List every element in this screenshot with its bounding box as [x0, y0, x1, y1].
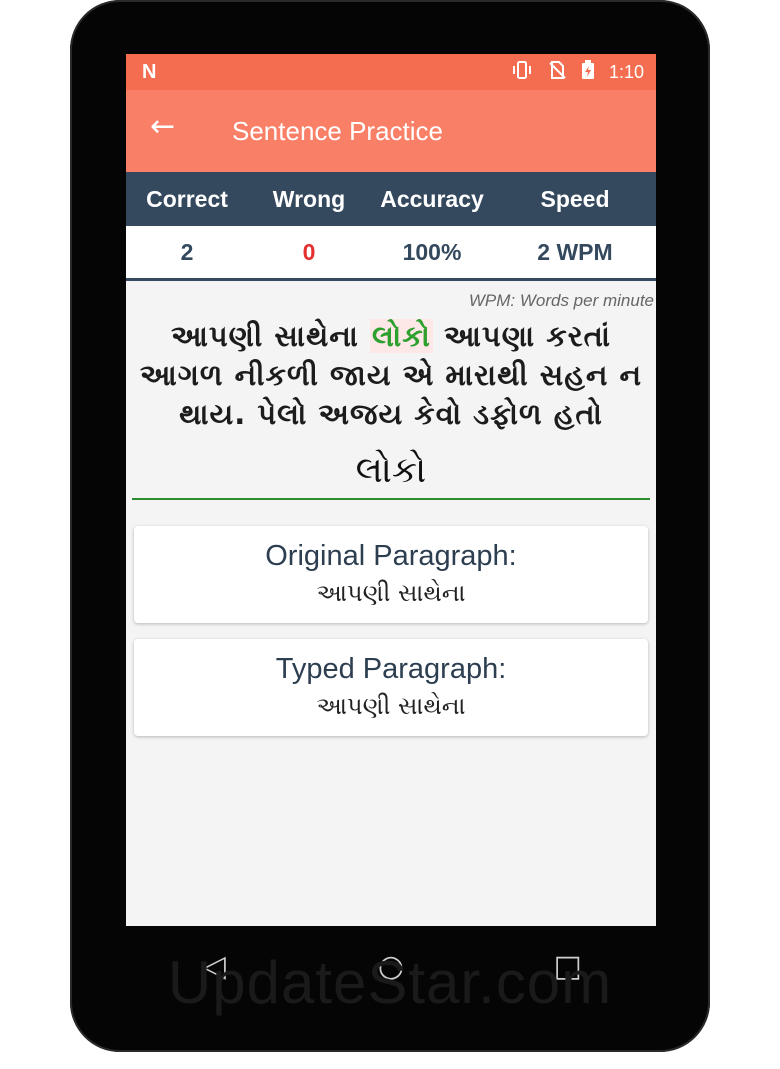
sentence-highlight: લોકો	[370, 319, 433, 353]
practice-sentence: આપણી સાથેના લોકો આપણા કરતાં આગળ નીકળી જા…	[126, 317, 656, 434]
typed-paragraph-card: Typed Paragraph: આપણી સાથેના	[134, 639, 648, 736]
page-title: Sentence Practice	[232, 116, 444, 146]
status-bar: N 1:10	[126, 54, 656, 90]
stats-values: 2 0 100% 2 WPM	[126, 226, 656, 281]
correct-value: 2	[180, 238, 194, 265]
accuracy-header: Accuracy	[380, 185, 484, 212]
clock: 1:10	[608, 62, 644, 82]
stats-header: Correct Wrong Accuracy Speed	[126, 172, 656, 226]
typed-paragraph-title: Typed Paragraph:	[275, 653, 507, 685]
vibrate-icon	[511, 60, 533, 85]
wpm-note: WPM: Words per minute	[468, 291, 654, 310]
speed-value: 2 WPM	[537, 238, 613, 265]
typed-paragraph-text: આપણી સાથેના	[316, 692, 466, 720]
speed-header: Speed	[540, 185, 610, 212]
original-paragraph-title: Original Paragraph:	[265, 540, 517, 572]
accuracy-value: 100%	[402, 238, 462, 265]
current-word: લોકો	[355, 450, 427, 491]
back-arrow-icon[interactable]: ←	[150, 112, 175, 142]
battery-icon	[581, 60, 595, 85]
original-paragraph-card: Original Paragraph: આપણી સાથેના	[134, 526, 648, 623]
app-bar: ← Sentence Practice	[126, 90, 656, 172]
no-sim-icon	[547, 60, 567, 85]
watermark: UpdateStar.com	[167, 949, 613, 1016]
original-paragraph-text: આપણી સાથેના	[316, 579, 466, 607]
screen: N 1:10 ← Sentence Practice Correct Wrong…	[126, 54, 656, 926]
sentence-before: આપણી સાથેના	[170, 319, 371, 353]
correct-header: Correct	[146, 185, 228, 212]
wrong-header: Wrong	[272, 185, 346, 212]
notification-n-icon: N	[142, 61, 157, 83]
typing-input-underline[interactable]	[132, 498, 650, 500]
wrong-value: 0	[302, 238, 316, 265]
